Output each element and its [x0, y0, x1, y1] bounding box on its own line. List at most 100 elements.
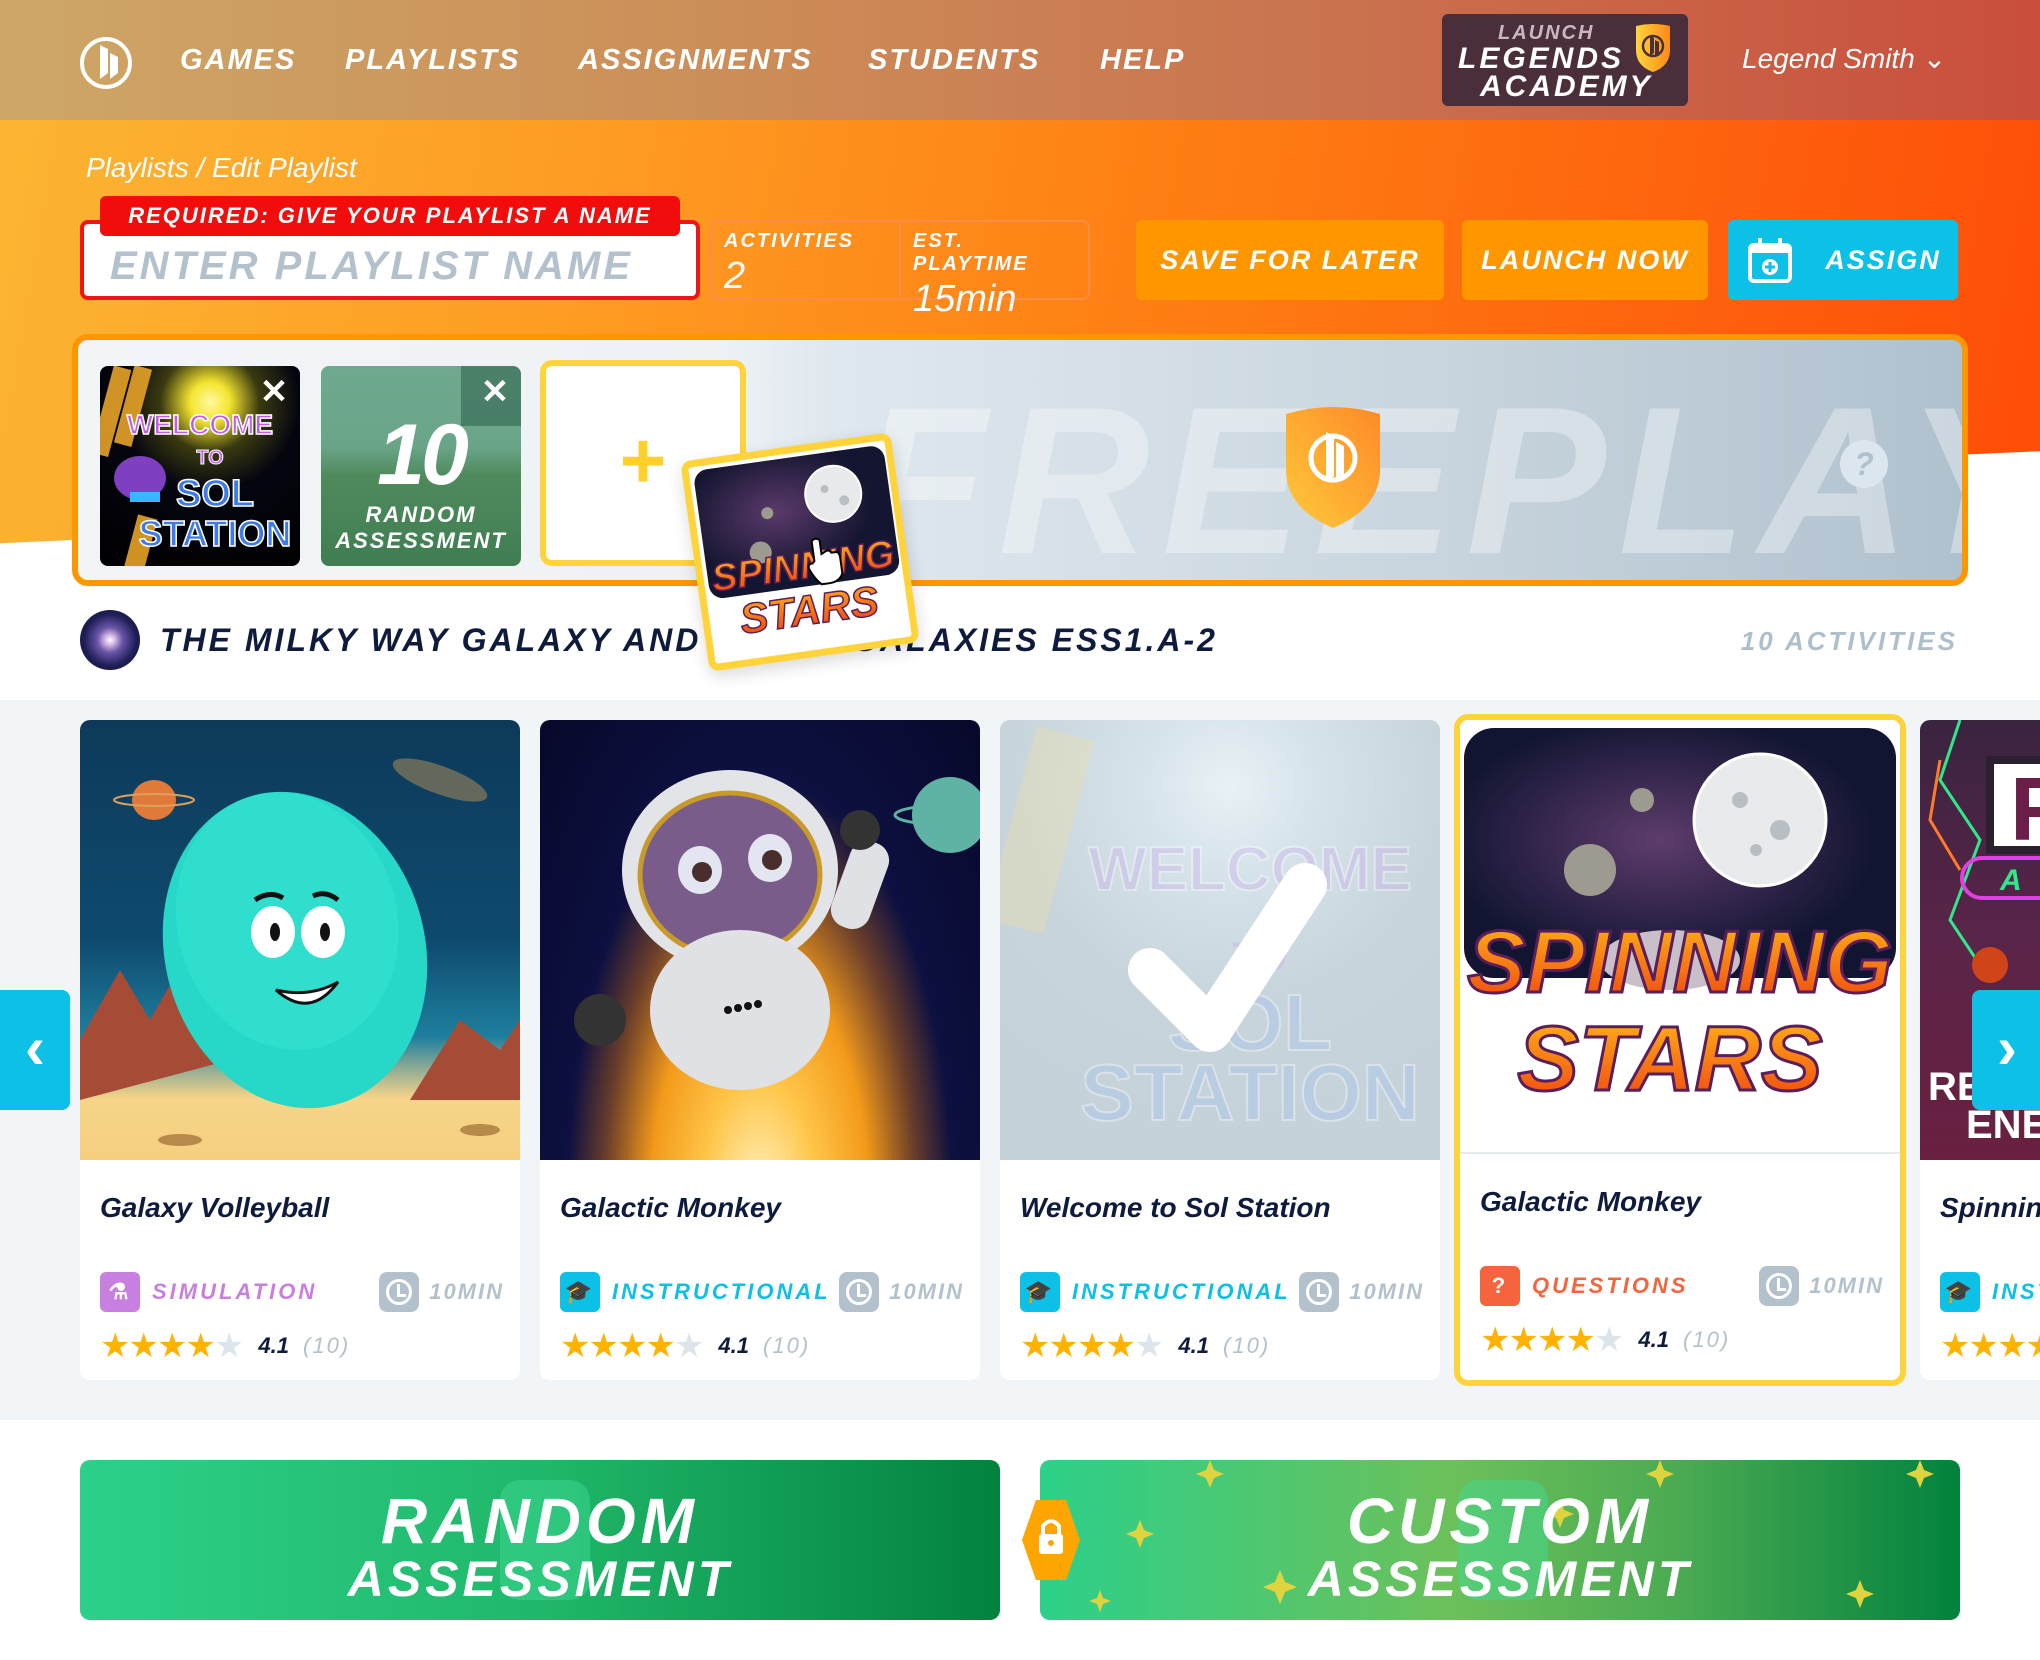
assign-label: ASSIGN [1825, 244, 1941, 275]
dragged-activity-spinning-stars[interactable]: SPINNING STARS [680, 432, 920, 672]
activity-card-selected[interactable]: SPINNING STARS Galactic Monkey ? QUESTIO… [1454, 714, 1906, 1386]
art-line-2: STARS [1518, 1008, 1823, 1110]
help-question-icon[interactable]: ? [1840, 440, 1888, 488]
random-assessment-line-2: ASSESSMENT [347, 1551, 733, 1607]
random-assessment-count: 10 [377, 407, 469, 503]
remove-item-close-icon[interactable]: ✕ [254, 372, 294, 412]
freeplay-watermark: FREEPLAY [858, 363, 1968, 586]
card-type: ? QUESTIONS [1480, 1266, 1689, 1306]
launch-legends-academy-badge[interactable]: LAUNCH LEGENDS ACADEMY [1442, 14, 1688, 106]
star-rating-icon: ★★★★★ [560, 1326, 704, 1366]
spinning-stars-art: SPINNING STARS [1460, 720, 1900, 1154]
tray-item-sol-station[interactable]: WELCOME TO SOL STATION ✕ [100, 366, 300, 566]
random-assessment-button[interactable]: RANDOM ASSESSMENT [80, 1460, 1000, 1620]
svg-text:A: A [1999, 864, 2022, 897]
user-name: Legend Smith [1742, 43, 1915, 74]
rating-value: 4.1 [718, 1333, 750, 1358]
activities-label: ACTIVITIES [724, 230, 855, 252]
card-duration: 10MIN [379, 1272, 504, 1312]
assign-button[interactable]: ASSIGN [1728, 220, 1958, 300]
nav-students[interactable]: STUDENTS [868, 44, 1040, 77]
card-type-label: QUESTIONS [1532, 1273, 1689, 1298]
random-assessment-line-1: RANDOM [365, 502, 477, 527]
breadcrumb[interactable]: Playlists / Edit Playlist [86, 152, 357, 184]
save-for-later-button[interactable]: SAVE FOR LATER [1136, 220, 1444, 300]
clock-icon [1299, 1272, 1340, 1312]
lock-icon [1022, 1500, 1080, 1580]
custom-assessment-line-1: CUSTOM [1346, 1485, 1654, 1557]
random-assessment-line-1: RANDOM [381, 1485, 699, 1557]
rating-count: (10) [763, 1333, 811, 1358]
card-title: Welcome to Sol Station [1020, 1192, 1331, 1223]
star-filled-icon: ★ [1480, 1321, 1511, 1359]
svg-text:F: F [2010, 760, 2040, 860]
clock-icon [839, 1272, 880, 1312]
star-filled-icon: ★ [1020, 1327, 1051, 1365]
star-filled-icon: ★ [1105, 1327, 1136, 1365]
simulation-icon: ⚗ [100, 1272, 140, 1312]
required-name-banner: REQUIRED: GIVE YOUR PLAYLIST A NAME [100, 196, 680, 236]
star-filled-icon: ★ [185, 1327, 216, 1365]
star-filled-icon: ★ [100, 1327, 131, 1365]
card-rating: ★★★★★ 4.1 (10) [1020, 1326, 1270, 1366]
svg-text:STATION: STATION [1080, 1048, 1419, 1137]
brand-line-3: ACADEMY [1480, 70, 1653, 103]
card-duration-label: 10MIN [1809, 1273, 1884, 1298]
playlist-tray[interactable]: FREEPLAY ? WELCOME TO SOL STATION ✕ ✕ 10… [72, 334, 1968, 586]
star-filled-icon: ★ [560, 1327, 591, 1365]
activities-stat: ACTIVITIES 2 [712, 222, 899, 298]
custom-assessment-button[interactable]: CUSTOM ASSESSMENT [1040, 1460, 1960, 1620]
art-line-1: SPINNING [1467, 912, 1892, 1011]
star-filled-icon: ★ [645, 1327, 676, 1365]
playtime-value: 15min [913, 278, 1017, 320]
rating-count: (10) [1223, 1333, 1271, 1358]
card-type: 🎓 INSTRUCTIONAL [560, 1272, 831, 1312]
activity-card[interactable]: WELCOME TO SOL STATION Welcome to Sol St… [1000, 720, 1440, 1380]
activities-value: 2 [724, 255, 746, 297]
launch-legends-logo-icon[interactable] [78, 35, 134, 91]
star-filled-icon: ★ [616, 1327, 648, 1365]
card-type: 🎓 INST [1940, 1272, 2040, 1312]
galactic-monkey-art [540, 720, 980, 1160]
star-filled-icon: ★ [128, 1327, 159, 1365]
launch-now-button[interactable]: LAUNCH NOW [1462, 220, 1708, 300]
tray-art-line-2: TO [196, 447, 223, 469]
activity-card[interactable]: Galactic Monkey 🎓 INSTRUCTIONAL 10MIN ★★… [540, 720, 980, 1380]
card-type-label: INST [1992, 1279, 2040, 1304]
sol-station-added-art: WELCOME TO SOL STATION [1000, 720, 1440, 1160]
card-duration-label: 10MIN [429, 1279, 504, 1304]
carousel-prev-button[interactable]: ‹ [0, 990, 70, 1110]
freeplay-shield-icon [1286, 407, 1380, 528]
custom-assessment-line-2: ASSESSMENT [1307, 1551, 1693, 1607]
tray-art-line-3: SOL [176, 473, 254, 515]
star-filled-icon: ★ [2025, 1327, 2040, 1365]
card-rating: ★★★★★ [1940, 1326, 2040, 1366]
user-menu[interactable]: Legend Smith ⌄ [1742, 42, 1946, 75]
star-filled-icon: ★ [1968, 1327, 1999, 1365]
card-type-label: SIMULATION [152, 1279, 318, 1304]
clock-icon [1759, 1266, 1800, 1306]
nav-playlists[interactable]: PLAYLISTS [345, 44, 520, 77]
chevron-down-icon: ⌄ [1922, 43, 1947, 74]
nav-assignments[interactable]: ASSIGNMENTS [578, 44, 813, 77]
question-head-icon: ? [1480, 1266, 1520, 1306]
card-rating: ★★★★★ 4.1 (10) [1480, 1320, 1730, 1360]
star-empty-icon: ★ [1133, 1327, 1165, 1365]
card-rating: ★★★★★ 4.1 (10) [560, 1326, 810, 1366]
nav-games[interactable]: GAMES [180, 44, 296, 77]
activity-card[interactable]: Galaxy Volleyball ⚗ SIMULATION 10MIN ★★★… [80, 720, 520, 1380]
playtime-stat: EST. PLAYTIME 15min [899, 222, 1088, 320]
tray-item-random-assessment[interactable]: ✕ 10 RANDOM ASSESSMENT [321, 366, 521, 566]
galaxy-volleyball-art [80, 720, 520, 1160]
card-title: Galactic Monkey [560, 1192, 781, 1223]
star-filled-icon: ★ [1536, 1321, 1568, 1359]
card-duration: 10MIN [1759, 1266, 1884, 1306]
star-filled-icon: ★ [1048, 1327, 1079, 1365]
tray-art-line-4: STATION [139, 513, 292, 554]
star-filled-icon: ★ [156, 1327, 188, 1365]
nav-help[interactable]: HELP [1100, 44, 1185, 77]
activity-carousel: Galaxy Volleyball ⚗ SIMULATION 10MIN ★★★… [0, 700, 2040, 1420]
svg-text:WELCOME: WELCOME [1088, 835, 1412, 904]
star-empty-icon: ★ [1593, 1321, 1625, 1359]
carousel-next-button[interactable]: › [1972, 990, 2040, 1110]
